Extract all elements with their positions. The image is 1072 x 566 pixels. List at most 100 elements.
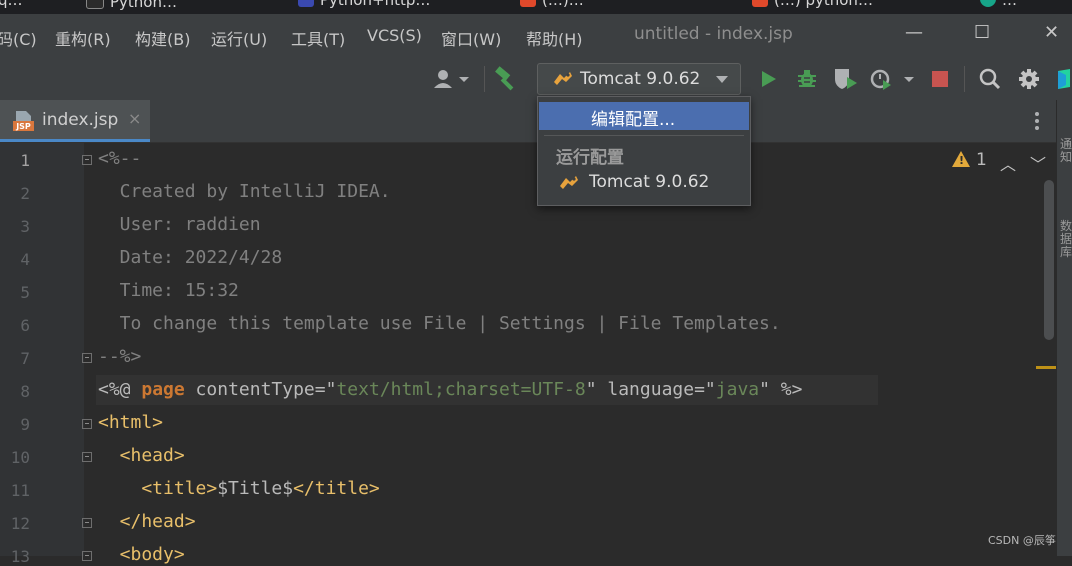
code-line-12: </head> [98, 511, 196, 532]
code-token: language= [596, 379, 705, 400]
maximize-button[interactable]: ☐ [974, 22, 990, 43]
code-line-8: <%@ page contentType="text/html;charset=… [98, 379, 802, 400]
line-number: 3 [20, 217, 30, 236]
stop-icon[interactable] [932, 71, 948, 87]
svg-text:JSP: JSP [15, 122, 31, 131]
tab-favicon-icon [752, 0, 768, 7]
code-token: " [704, 379, 716, 400]
line-number: 6 [20, 316, 30, 335]
line-number: 2 [20, 184, 30, 203]
debug-icon[interactable] [796, 68, 818, 94]
tomcat-icon [554, 72, 572, 85]
menu-bar: 码(C) 重构(R) 构建(B) 运行(U) 工具(T) VCS(S) 窗口(W… [0, 14, 1072, 58]
next-highlight-icon[interactable]: ﹀ [1030, 151, 1046, 175]
code-token: page [141, 379, 185, 400]
editor-tab-bar: JSP index.jsp × [0, 100, 1056, 143]
browser-tab-strip: q… Python… Python+http… (…)… (…) python…… [0, 0, 1072, 14]
menu-refactor[interactable]: 重构(R) [55, 26, 111, 50]
code-line-6: To change this template use File | Setti… [98, 313, 781, 334]
warning-stripe-marker[interactable] [1036, 366, 1056, 369]
menu-run[interactable]: 运行(U) [211, 26, 267, 50]
fold-marker-icon[interactable] [82, 518, 92, 528]
menu-tools[interactable]: 工具(T) [291, 26, 345, 50]
browser-tab[interactable]: … [980, 0, 1017, 9]
code-line-4: Date: 2022/4/28 [98, 247, 283, 268]
edit-configurations-item[interactable]: 编辑配置... [539, 102, 749, 130]
browser-tab[interactable]: Python+http… [298, 0, 430, 9]
menu-code[interactable]: 码(C) [0, 26, 37, 50]
toolbox-icon[interactable] [1056, 67, 1072, 95]
code-line-9: <html> [98, 412, 164, 433]
code-token: " [759, 379, 770, 400]
toolbar-separator [484, 66, 485, 92]
menu-section-header: 运行配置 [556, 148, 624, 168]
menu-build[interactable]: 构建(B) [135, 26, 190, 50]
line-number: 5 [20, 283, 30, 302]
toolbar-separator [964, 66, 965, 92]
code-token: $Title$ [217, 478, 294, 499]
line-number: 12 [10, 514, 30, 533]
code-token: " [325, 379, 337, 400]
tab-favicon-icon [86, 0, 104, 9]
warning-mark: ! [959, 154, 965, 167]
search-icon[interactable] [979, 68, 1001, 94]
previous-highlight-icon[interactable]: ︿ [1000, 151, 1016, 175]
coverage-icon[interactable] [833, 67, 859, 95]
fold-marker-icon[interactable] [82, 353, 92, 363]
build-hammer-icon[interactable] [494, 66, 520, 92]
tab-index-jsp[interactable]: JSP index.jsp × [0, 100, 150, 142]
code-line-10: <head> [98, 445, 185, 466]
code-token: contentType= [184, 379, 326, 400]
run-icon[interactable] [761, 70, 777, 92]
browser-tab[interactable]: (…)… [520, 0, 584, 9]
code-token: java [715, 379, 760, 400]
tab-filename: index.jsp [42, 110, 119, 130]
browser-tab[interactable]: Python… [86, 0, 177, 11]
more-options-icon[interactable] [1035, 111, 1039, 131]
code-token: <%@ [98, 379, 142, 400]
fold-marker-icon[interactable] [82, 155, 92, 165]
run-configuration-dropdown: 编辑配置... 运行配置 Tomcat 9.0.62 [537, 96, 751, 206]
fold-marker-icon[interactable] [82, 551, 92, 561]
tab-favicon-icon [298, 0, 314, 7]
menu-help[interactable]: 帮助(H) [526, 26, 583, 50]
chevron-down-icon [716, 76, 728, 83]
user-icon[interactable] [433, 68, 473, 90]
close-window-button[interactable]: ✕ [1044, 22, 1059, 43]
menu-window[interactable]: 窗口(W) [441, 26, 501, 50]
code-token: <title> [98, 478, 218, 499]
profile-icon[interactable] [869, 67, 919, 95]
fold-marker-icon[interactable] [82, 452, 92, 462]
tab-favicon-icon [520, 0, 536, 7]
inspection-widget[interactable]: ! 1 ︿ ﹀ [944, 146, 1052, 176]
vertical-scrollbar[interactable] [1044, 180, 1054, 340]
notifications-tool-button[interactable]: 通知 [1060, 138, 1072, 164]
menu-separator [544, 135, 744, 136]
gear-icon[interactable] [1018, 68, 1040, 94]
browser-tab[interactable]: (…) python… [752, 0, 873, 9]
code-token: " [585, 379, 597, 400]
code-token: %> [769, 379, 803, 400]
tomcat-icon [560, 176, 578, 189]
database-tool-button[interactable]: 数据库 [1060, 220, 1072, 259]
line-number: 1 [20, 151, 30, 170]
line-number: 8 [20, 382, 30, 401]
tomcat-config-item[interactable]: Tomcat 9.0.62 [558, 172, 748, 198]
code-token: </title> [293, 478, 380, 499]
warning-count: 1 [976, 150, 987, 170]
editor-gutter: 1 2 3 4 5 6 7 8 9 10 11 12 13 [0, 143, 92, 566]
line-number: 7 [20, 349, 30, 368]
minimize-button[interactable]: — [905, 22, 923, 43]
menu-item-label: 编辑配置... [591, 110, 676, 130]
code-line-7: --%> [98, 346, 142, 367]
line-number: 13 [10, 547, 30, 566]
run-configuration-selector[interactable]: Tomcat 9.0.62 [537, 63, 741, 95]
browser-tab[interactable]: q… [0, 0, 23, 9]
fold-marker-icon[interactable] [82, 419, 92, 429]
code-line-1: <%-- [98, 148, 142, 169]
code-line-2: Created by IntelliJ IDEA. [98, 181, 391, 202]
line-number: 4 [20, 250, 30, 269]
close-tab-icon[interactable]: × [128, 109, 141, 128]
jsp-file-icon: JSP [12, 110, 34, 132]
menu-vcs[interactable]: VCS(S) [367, 26, 422, 45]
